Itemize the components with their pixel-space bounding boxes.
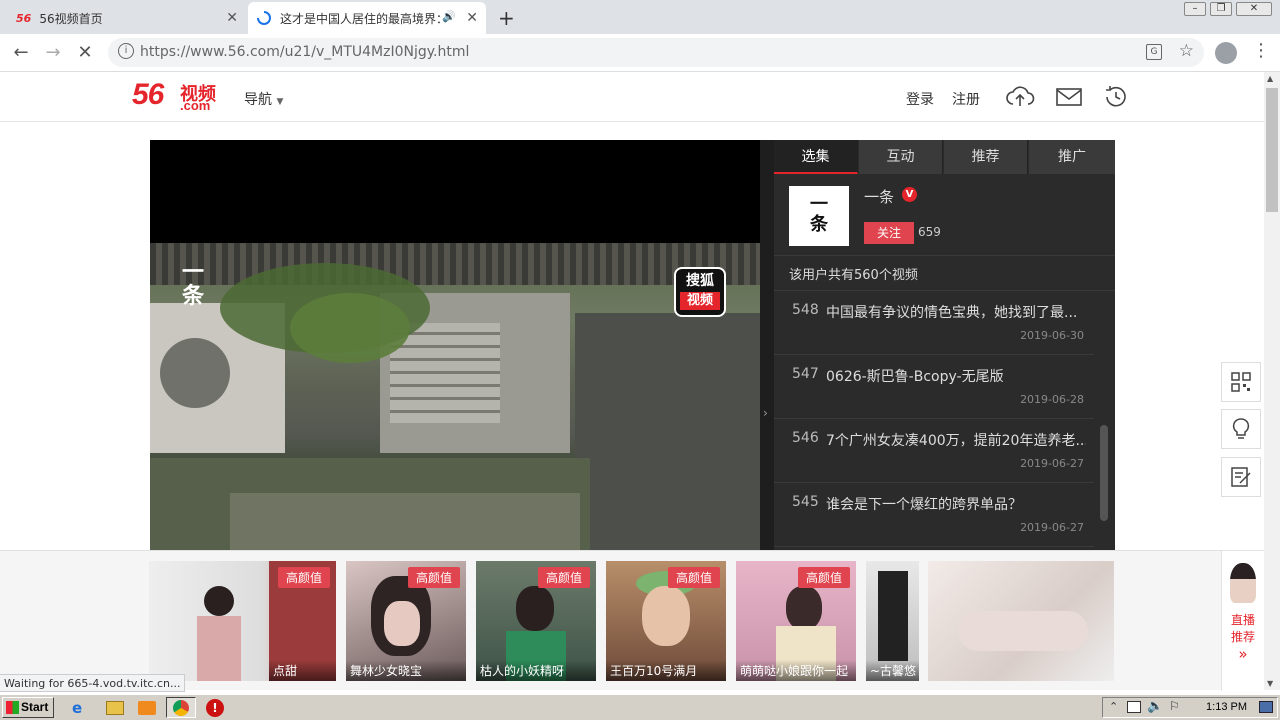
banner-image[interactable]: [928, 561, 1114, 681]
follow-button[interactable]: 关注: [864, 222, 914, 244]
new-tab-button[interactable]: +: [498, 6, 515, 30]
close-tab-icon[interactable]: ✕: [226, 10, 238, 26]
site-logo[interactable]: 56 视频 .com: [132, 78, 216, 113]
list-item[interactable]: 548 中国最有争议的情色宝典，她找到了最... 2019-06-30: [774, 291, 1094, 355]
status-message: Waiting for 665-4.vod.tv.itc.cn...: [0, 674, 186, 692]
login-link[interactable]: 登录: [906, 89, 934, 109]
show-desktop-icon[interactable]: [1259, 701, 1273, 713]
site-favicon-icon: 56: [16, 11, 32, 25]
feedback-button[interactable]: [1221, 409, 1261, 449]
system-tray: ⌃ 🔈 ⚐ 1:13 PM: [1102, 697, 1278, 718]
live-thumb[interactable]: 高颜值 王百万10号满月: [606, 561, 726, 681]
nav-dropdown[interactable]: 导航 ▼: [244, 89, 283, 109]
start-button[interactable]: Start: [2, 697, 54, 718]
chrome-taskbar-button[interactable]: [166, 697, 196, 718]
report-button[interactable]: [1221, 457, 1261, 497]
qr-code-button[interactable]: [1221, 362, 1261, 402]
browser-tab-bar: 56 56视频首页 ✕ 这才是中国人居住的最高境界： 🔊 ✕ + – ❐ ✕: [0, 0, 1280, 34]
live-recommend-link[interactable]: 直播 推荐 »: [1221, 551, 1264, 691]
flag-icon[interactable]: ⚐: [1169, 699, 1180, 713]
qr-code-icon: [1231, 372, 1251, 392]
profile-avatar-icon[interactable]: [1215, 42, 1237, 64]
follower-count: 659: [918, 225, 941, 239]
close-tab-icon[interactable]: ✕: [466, 10, 478, 26]
scroll-down-arrow-icon[interactable]: ▼: [1267, 679, 1273, 688]
sohu-video-watermark: 搜狐 视频: [674, 267, 726, 317]
address-toolbar: ← → ✕ i https://www.56.com/u21/v_MTU4MzI…: [0, 34, 1280, 72]
tab-interact[interactable]: 互动: [859, 140, 943, 174]
caret-down-icon: ▼: [276, 97, 284, 107]
video-count-text: 该用户共有560个视频: [789, 268, 918, 283]
live-thumb[interactable]: 高颜值 萌萌哒小娘跟你一起: [736, 561, 856, 681]
minimize-icon[interactable]: –: [1184, 2, 1206, 16]
uploader-avatar[interactable]: 一条: [789, 186, 849, 246]
list-item[interactable]: 547 0626-斯巴鲁-Bcopy-无尾版 2019-06-28: [774, 355, 1094, 419]
forward-arrow-icon[interactable]: →: [42, 42, 64, 63]
windows-taskbar: Start e ! ⌃ 🔈 ⚐ 1:13 PM: [0, 694, 1280, 720]
list-item[interactable]: 546 7个广州女友凑400万，提前20年造养老... 2019-06-27: [774, 419, 1094, 483]
tab-promotion[interactable]: 推广: [1029, 140, 1115, 174]
history-clock-icon[interactable]: [1101, 84, 1131, 110]
loading-spinner-icon: [257, 11, 271, 25]
folder-icon[interactable]: [106, 701, 124, 715]
translate-icon[interactable]: G: [1146, 44, 1162, 60]
site-info-icon[interactable]: i: [118, 43, 134, 59]
edit-note-icon: [1231, 467, 1251, 487]
clock-text: 1:13 PM: [1206, 701, 1247, 713]
live-thumb[interactable]: ~古馨悠: [866, 561, 919, 681]
tray-chevron-icon[interactable]: ⌃: [1109, 700, 1118, 713]
network-icon[interactable]: [1127, 701, 1141, 713]
panel-scrollbar[interactable]: [1100, 425, 1108, 521]
volume-icon[interactable]: 🔈: [1147, 699, 1163, 714]
chrome-icon: [173, 700, 189, 716]
tab-episodes[interactable]: 选集: [774, 140, 858, 174]
channel-watermark: 一条: [182, 260, 205, 309]
opera-icon[interactable]: !: [206, 699, 224, 717]
panel-collapse-handle[interactable]: ›: [760, 140, 774, 550]
tab-title: 56视频首页: [39, 11, 103, 26]
episode-panel: 选集 互动 推荐 推广 一条 一条 V 关注 659 该用户共有560个视频 5…: [774, 140, 1115, 550]
uploader-card: 一条 一条 V 关注 659: [774, 174, 1115, 256]
list-item[interactable]: 545 谁会是下一个爆红的跨界单品？ 2019-06-27: [774, 483, 1094, 547]
verified-v-icon: V: [902, 187, 917, 202]
host-avatar: [1230, 563, 1256, 603]
scroll-thumb[interactable]: [1266, 88, 1278, 212]
restore-icon[interactable]: ❐: [1210, 2, 1232, 16]
double-chevron-right-icon: »: [1238, 645, 1248, 663]
close-window-icon[interactable]: ✕: [1236, 2, 1272, 16]
live-thumb[interactable]: 高颜值 枯人的小妖精呀: [476, 561, 596, 681]
live-thumb[interactable]: 高颜值 点甜: [149, 561, 336, 681]
live-recommend-strip: 高颜值 点甜 高颜值 舞林少女晓宝 高颜值 枯人的小妖精呀 高颜值 王百万10号…: [0, 550, 1264, 691]
lightbulb-icon: [1232, 418, 1250, 439]
video-frame-image: 一条: [150, 243, 760, 550]
site-header: 56 视频 .com 导航 ▼ 登录 注册: [0, 72, 1264, 122]
omnibox[interactable]: i https://www.56.com/u21/v_MTU4MzI0Njgy.…: [108, 38, 1204, 67]
tab-title: 这才是中国人居住的最高境界：: [280, 11, 440, 26]
chevron-right-icon: ›: [763, 406, 768, 420]
browser-tab-video[interactable]: 这才是中国人居住的最高境界： 🔊 ✕: [248, 2, 486, 34]
back-arrow-icon[interactable]: ←: [10, 42, 32, 63]
mail-envelope-icon[interactable]: [1054, 84, 1084, 110]
media-player-icon[interactable]: [138, 701, 156, 715]
live-thumb[interactable]: 高颜值 舞林少女晓宝: [346, 561, 466, 681]
url-text: https://www.56.com/u21/v_MTU4MzI0Njgy.ht…: [140, 44, 470, 60]
windows-logo-icon: [6, 701, 19, 714]
register-link[interactable]: 注册: [952, 89, 980, 109]
bookmark-star-icon[interactable]: ☆: [1179, 41, 1194, 61]
video-player[interactable]: 一条 搜狐 视频: [150, 140, 760, 550]
internet-explorer-icon[interactable]: e: [72, 699, 90, 717]
stop-loading-icon[interactable]: ✕: [74, 42, 96, 63]
audio-playing-icon[interactable]: 🔊: [442, 10, 456, 23]
uploader-name[interactable]: 一条: [864, 186, 894, 207]
upload-cloud-icon[interactable]: [1005, 84, 1035, 110]
page-scrollbar[interactable]: ▲ ▼: [1264, 72, 1280, 690]
scroll-up-arrow-icon[interactable]: ▲: [1267, 74, 1273, 83]
tab-recommend[interactable]: 推荐: [944, 140, 1028, 174]
browser-menu-icon[interactable]: ⋮: [1252, 40, 1270, 61]
browser-tab-56-home[interactable]: 56 56视频首页 ✕: [8, 2, 246, 34]
